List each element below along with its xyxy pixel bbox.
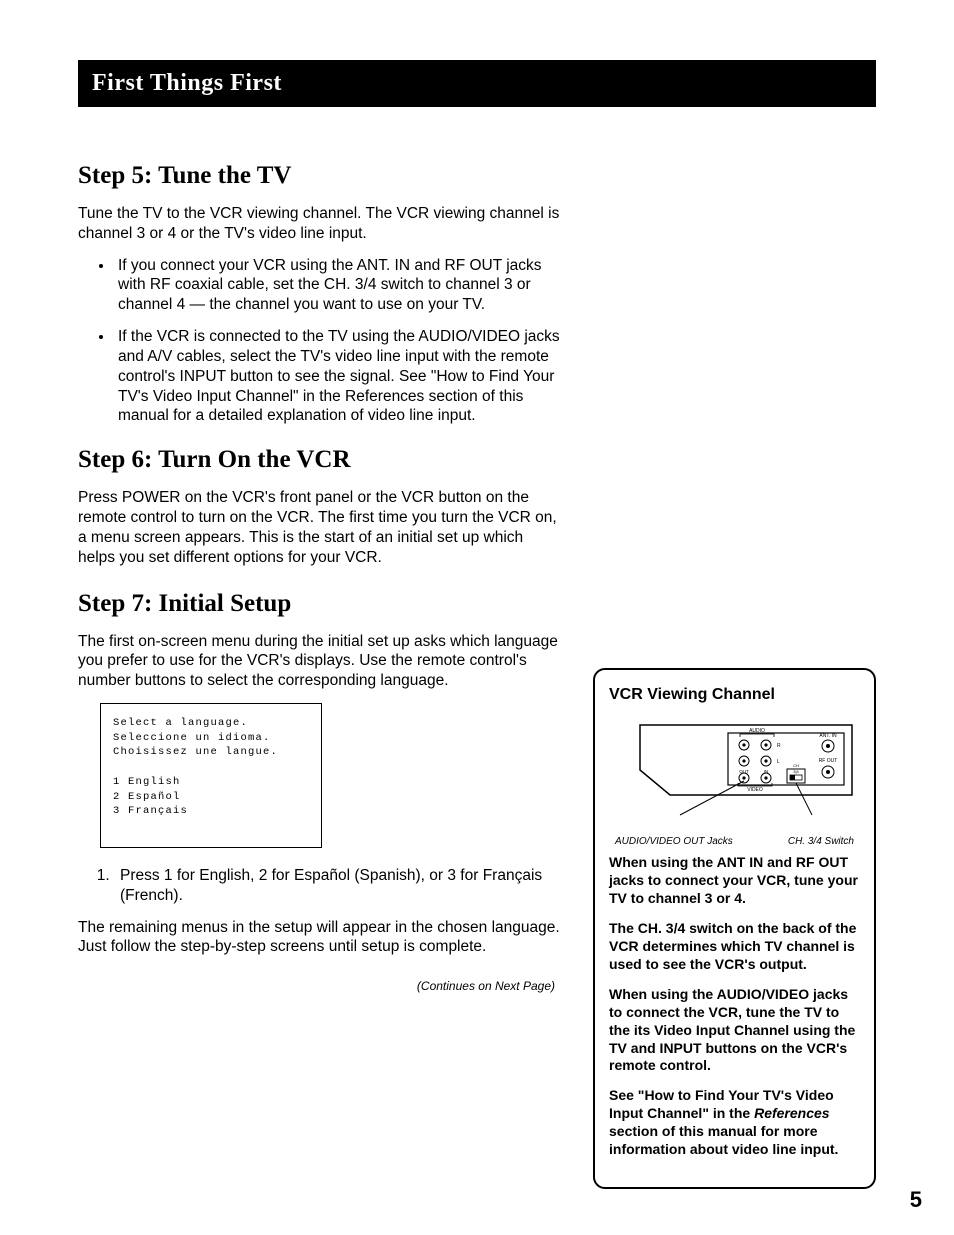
step6-title: Step 6: Turn On the VCR [78,446,563,474]
language-screen: Select a language. Seleccione un idioma.… [100,703,322,848]
section-header: First Things First [78,60,876,107]
svg-text:3|4: 3|4 [793,769,799,774]
step7-intro: The first on-screen menu during the init… [78,632,563,691]
continues-note: (Continues on Next Page) [78,979,555,993]
step7-ol: Press 1 for English, 2 for Español (Span… [78,866,563,906]
step5-intro: Tune the TV to the VCR viewing channel. … [78,204,563,244]
vcr-channel-box: VCR Viewing Channel AUDIO R [593,668,876,1189]
sidebar-p2: The CH. 3/4 switch on the back of the VC… [609,920,860,974]
step5-bullet-2: If the VCR is connected to the TV using … [114,327,563,426]
svg-text:CH: CH [793,763,799,768]
sidebar-p4: See "How to Find Your TV's Video Input C… [609,1087,860,1159]
step6-body: Press POWER on the VCR's front panel or … [78,488,563,567]
step7-ol-1: Press 1 for English, 2 for Español (Span… [114,866,563,906]
label-l: L [777,759,780,765]
main-column: Step 5: Tune the TV Tune the TV to the V… [78,162,563,1195]
diag-label-right: CH. 3/4 Switch [788,835,854,848]
sidebar-p3: When using the AUDIO/VIDEO jacks to conn… [609,986,860,1076]
step5-bullet-1: If you connect your VCR using the ANT. I… [114,256,563,315]
sidebar-title: VCR Viewing Channel [609,684,860,705]
label-r: R [777,743,781,749]
step5-bullets: If you connect your VCR using the ANT. I… [78,256,563,427]
label-rfout: RF OUT [818,758,837,764]
vcr-panel-diagram: AUDIO R L OUT IN V [610,715,860,825]
step5-title: Step 5: Tune the TV [78,162,563,190]
label-video: VIDEO [747,787,763,793]
side-column: VCR Viewing Channel AUDIO R [593,162,876,1195]
label-audio: AUDIO [749,728,765,734]
sidebar-p1: When using the ANT IN and RF OUT jacks t… [609,854,860,908]
step7-title: Step 7: Initial Setup [78,590,563,618]
diag-label-left: AUDIO/VIDEO OUT Jacks [615,835,733,848]
step7-after: The remaining menus in the setup will ap… [78,918,563,958]
page-number: 5 [910,1187,922,1213]
label-antin: ANT. IN [819,733,837,739]
